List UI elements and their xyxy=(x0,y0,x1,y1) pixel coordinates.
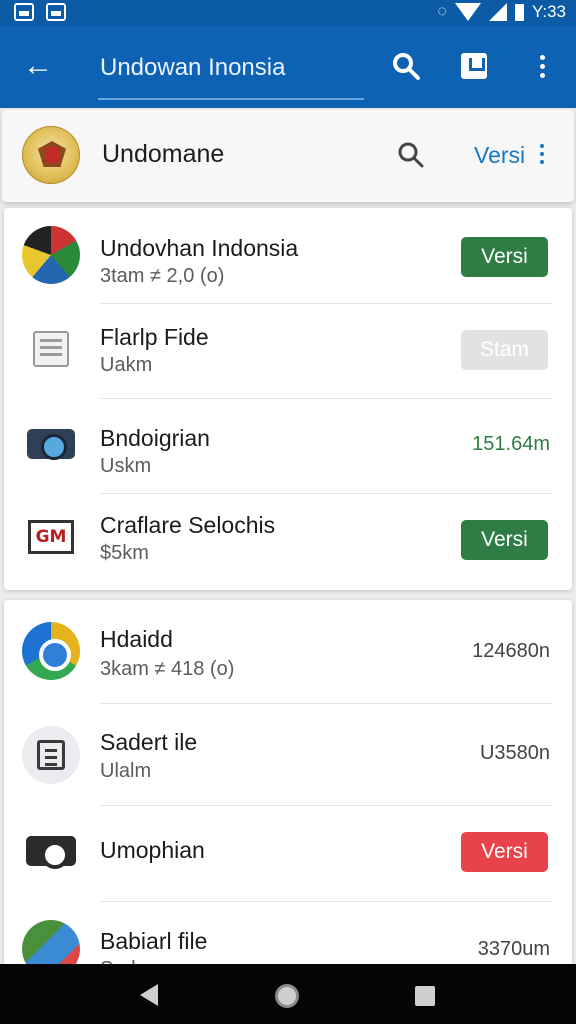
status-time: Y:33 xyxy=(531,2,566,21)
list-item[interactable]: Undovhan Indonsia 3tam ≠ 2,0 (o) Versi xyxy=(4,208,572,304)
list-item-meta: U3580n xyxy=(479,742,550,764)
app-bar-title[interactable]: Undowan Inonsia xyxy=(100,54,285,82)
app-bar: ← Undowan Inonsia xyxy=(0,26,576,108)
more-vert-icon[interactable] xyxy=(524,48,560,84)
system-nav-bar xyxy=(0,964,576,1024)
back-arrow-icon[interactable]: ← xyxy=(20,48,56,84)
sub-header: Undomane Versi xyxy=(2,110,574,202)
versi-button[interactable]: Versi xyxy=(461,520,548,560)
status-bar: ◌ Y:33 xyxy=(0,0,576,26)
list-item-title: Babiarl file xyxy=(100,928,208,954)
chrome-icon xyxy=(22,622,80,680)
camera-black-icon xyxy=(22,822,80,880)
maps-icon xyxy=(22,920,80,966)
save-icon[interactable] xyxy=(456,48,492,84)
list-item[interactable]: Babiarl file Sadm 3370um xyxy=(4,902,572,966)
battery-icon xyxy=(514,3,524,21)
sub-search-icon[interactable] xyxy=(396,140,428,172)
wifi-icon xyxy=(454,3,481,21)
versi-button[interactable]: Versi xyxy=(461,237,548,277)
list-item[interactable]: Sadert ile Ulalm U3580n xyxy=(4,704,572,806)
list-item-subtitle: $5km xyxy=(100,542,149,564)
app-notification-icon xyxy=(46,3,66,21)
list-item-subtitle: Ulalm xyxy=(100,760,152,782)
list-item-subtitle: Uakm xyxy=(100,354,153,376)
sub-more-vert-icon[interactable] xyxy=(540,144,544,168)
vibrate-icon: ◌ xyxy=(437,3,447,20)
list-item[interactable]: Hdaidd 3kam ≠ 418 (o) 124680n xyxy=(4,600,572,704)
title-underline xyxy=(98,98,364,100)
stam-button[interactable]: Stam xyxy=(461,330,548,370)
gm-icon: GM xyxy=(22,508,80,566)
list-card-2: Hdaidd 3kam ≠ 418 (o) 124680n Sadert ile… xyxy=(4,600,572,966)
list-item-title: Hdaidd xyxy=(100,626,173,652)
camera-icon xyxy=(22,415,80,473)
document-icon xyxy=(22,320,80,378)
sub-header-title: Undomane xyxy=(102,140,225,168)
flag-icon xyxy=(22,226,80,284)
list-item-title: Flarlp Fide xyxy=(100,324,209,350)
list-item[interactable]: GM Craflare Selochis $5km Versi xyxy=(4,494,572,590)
list-item-title: Undovhan Indonsia xyxy=(100,235,299,261)
versi-button[interactable]: Versi xyxy=(461,832,548,872)
list-item[interactable]: Flarlp Fide Uakm Stam xyxy=(4,304,572,399)
list-item-title: Bndoigrian xyxy=(100,425,210,451)
nav-home-icon[interactable] xyxy=(275,984,299,1008)
nav-recents-icon[interactable] xyxy=(415,986,435,1006)
list-item-subtitle: 3kam ≠ 418 (o) xyxy=(100,658,235,680)
list-item-subtitle: 3tam ≠ 2,0 (o) xyxy=(100,265,225,287)
list-item-subtitle: Uskm xyxy=(100,455,152,477)
list-item-title: Sadert ile xyxy=(100,729,198,755)
gallery-notification-icon xyxy=(14,3,34,21)
list-item-meta: 124680n xyxy=(472,640,550,662)
signal-icon xyxy=(488,3,507,21)
list-item-title: Umophian xyxy=(100,837,205,863)
list-item-meta: 151.64m xyxy=(472,433,550,455)
sub-header-versi-link[interactable]: Versi xyxy=(474,142,525,169)
nav-back-icon[interactable] xyxy=(140,984,158,1006)
list-item-title: Craflare Selochis xyxy=(100,512,276,538)
list-card-1: Undovhan Indonsia 3tam ≠ 2,0 (o) Versi F… xyxy=(4,208,572,590)
emblem-icon xyxy=(22,126,80,184)
list-item-meta: 3370um xyxy=(477,938,550,960)
search-icon[interactable] xyxy=(388,48,424,84)
table-icon xyxy=(22,726,80,784)
list-item[interactable]: Bndoigrian Uskm 151.64m xyxy=(4,399,572,494)
list-item[interactable]: Umophian Versi xyxy=(4,806,572,902)
